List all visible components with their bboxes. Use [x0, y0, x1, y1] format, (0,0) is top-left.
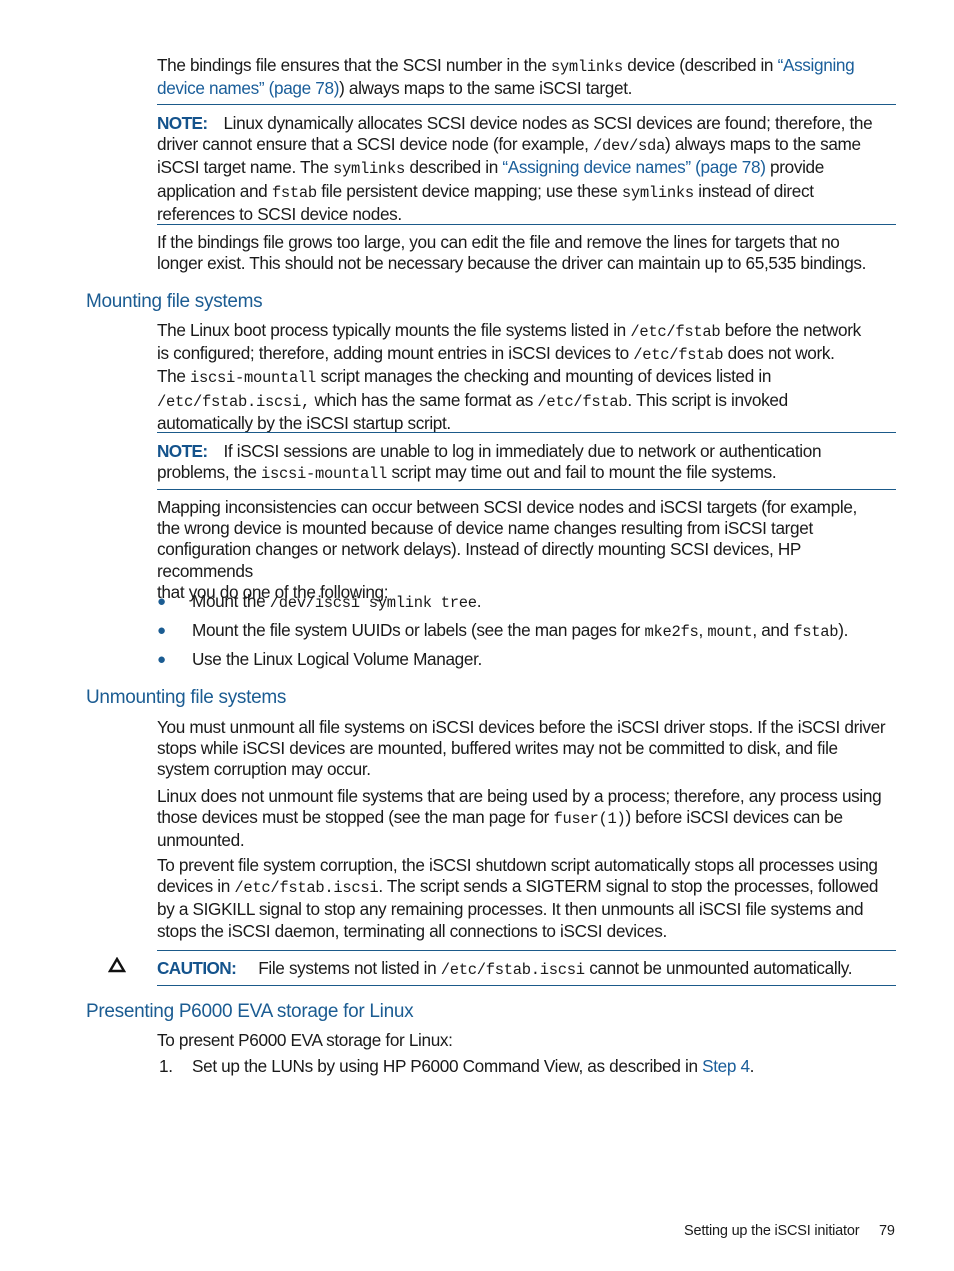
- section-heading-presenting: Presenting P6000 EVA storage for Linux: [86, 1001, 414, 1022]
- note-box-2: NOTE: If iSCSI sessions are unable to log…: [157, 441, 822, 484]
- note-top-rule: [157, 104, 896, 105]
- assigning-device-names-link-cont[interactable]: device names” (page 78): [157, 78, 339, 98]
- page-number: 79: [879, 1223, 895, 1239]
- bindings-size-paragraph: If the bindings file grows too large, yo…: [157, 232, 867, 274]
- bindings-paragraph: The bindings file ensures that the SCSI …: [157, 55, 855, 99]
- mapping-paragraph: Mapping inconsistencies can occur betwee…: [157, 497, 857, 602]
- mounting-paragraph: The Linux boot process typically mounts …: [157, 320, 861, 433]
- assigning-device-names-link-2[interactable]: “Assigning device names” (page 78): [502, 157, 766, 177]
- note-top-rule-2: [157, 432, 896, 433]
- footer-section-title: Setting up the iSCSI initiator: [684, 1223, 860, 1239]
- document-page: The bindings file ensures that the SCSI …: [0, 0, 954, 1271]
- caution-bottom-rule: [157, 985, 896, 986]
- bullet-icon: ●: [157, 593, 166, 610]
- note-box: NOTE: Linux dynamically allocates SCSI de…: [157, 113, 873, 224]
- caution-top-rule: [157, 950, 896, 951]
- step-4-link[interactable]: Step 4: [702, 1056, 750, 1076]
- unmount-paragraph-2: Linux does not unmount file systems that…: [157, 786, 882, 851]
- bullet-icon: ●: [157, 622, 166, 639]
- unmount-paragraph-3: To prevent file system corruption, the i…: [157, 855, 879, 941]
- section-heading-mounting: Mounting file systems: [86, 291, 263, 312]
- note-bottom-rule: [157, 224, 896, 225]
- presenting-intro: To present P6000 EVA storage for Linux:: [157, 1030, 453, 1050]
- bullet-icon: ●: [157, 651, 166, 668]
- caution-box: CAUTION: File systems not listed in /etc/…: [157, 958, 853, 979]
- section-heading-unmounting: Unmounting file systems: [86, 687, 287, 708]
- caution-label: CAUTION:: [157, 958, 237, 978]
- note-bottom-rule-2: [157, 489, 896, 490]
- note-label: NOTE:: [157, 113, 208, 133]
- caution-triangle-icon: [108, 957, 126, 973]
- note-label: NOTE:: [157, 441, 208, 461]
- step-number: 1.: [159, 1056, 173, 1076]
- assigning-device-names-link[interactable]: “Assigning: [778, 55, 855, 75]
- unmount-paragraph-1: You must unmount all file systems on iSC…: [157, 717, 886, 780]
